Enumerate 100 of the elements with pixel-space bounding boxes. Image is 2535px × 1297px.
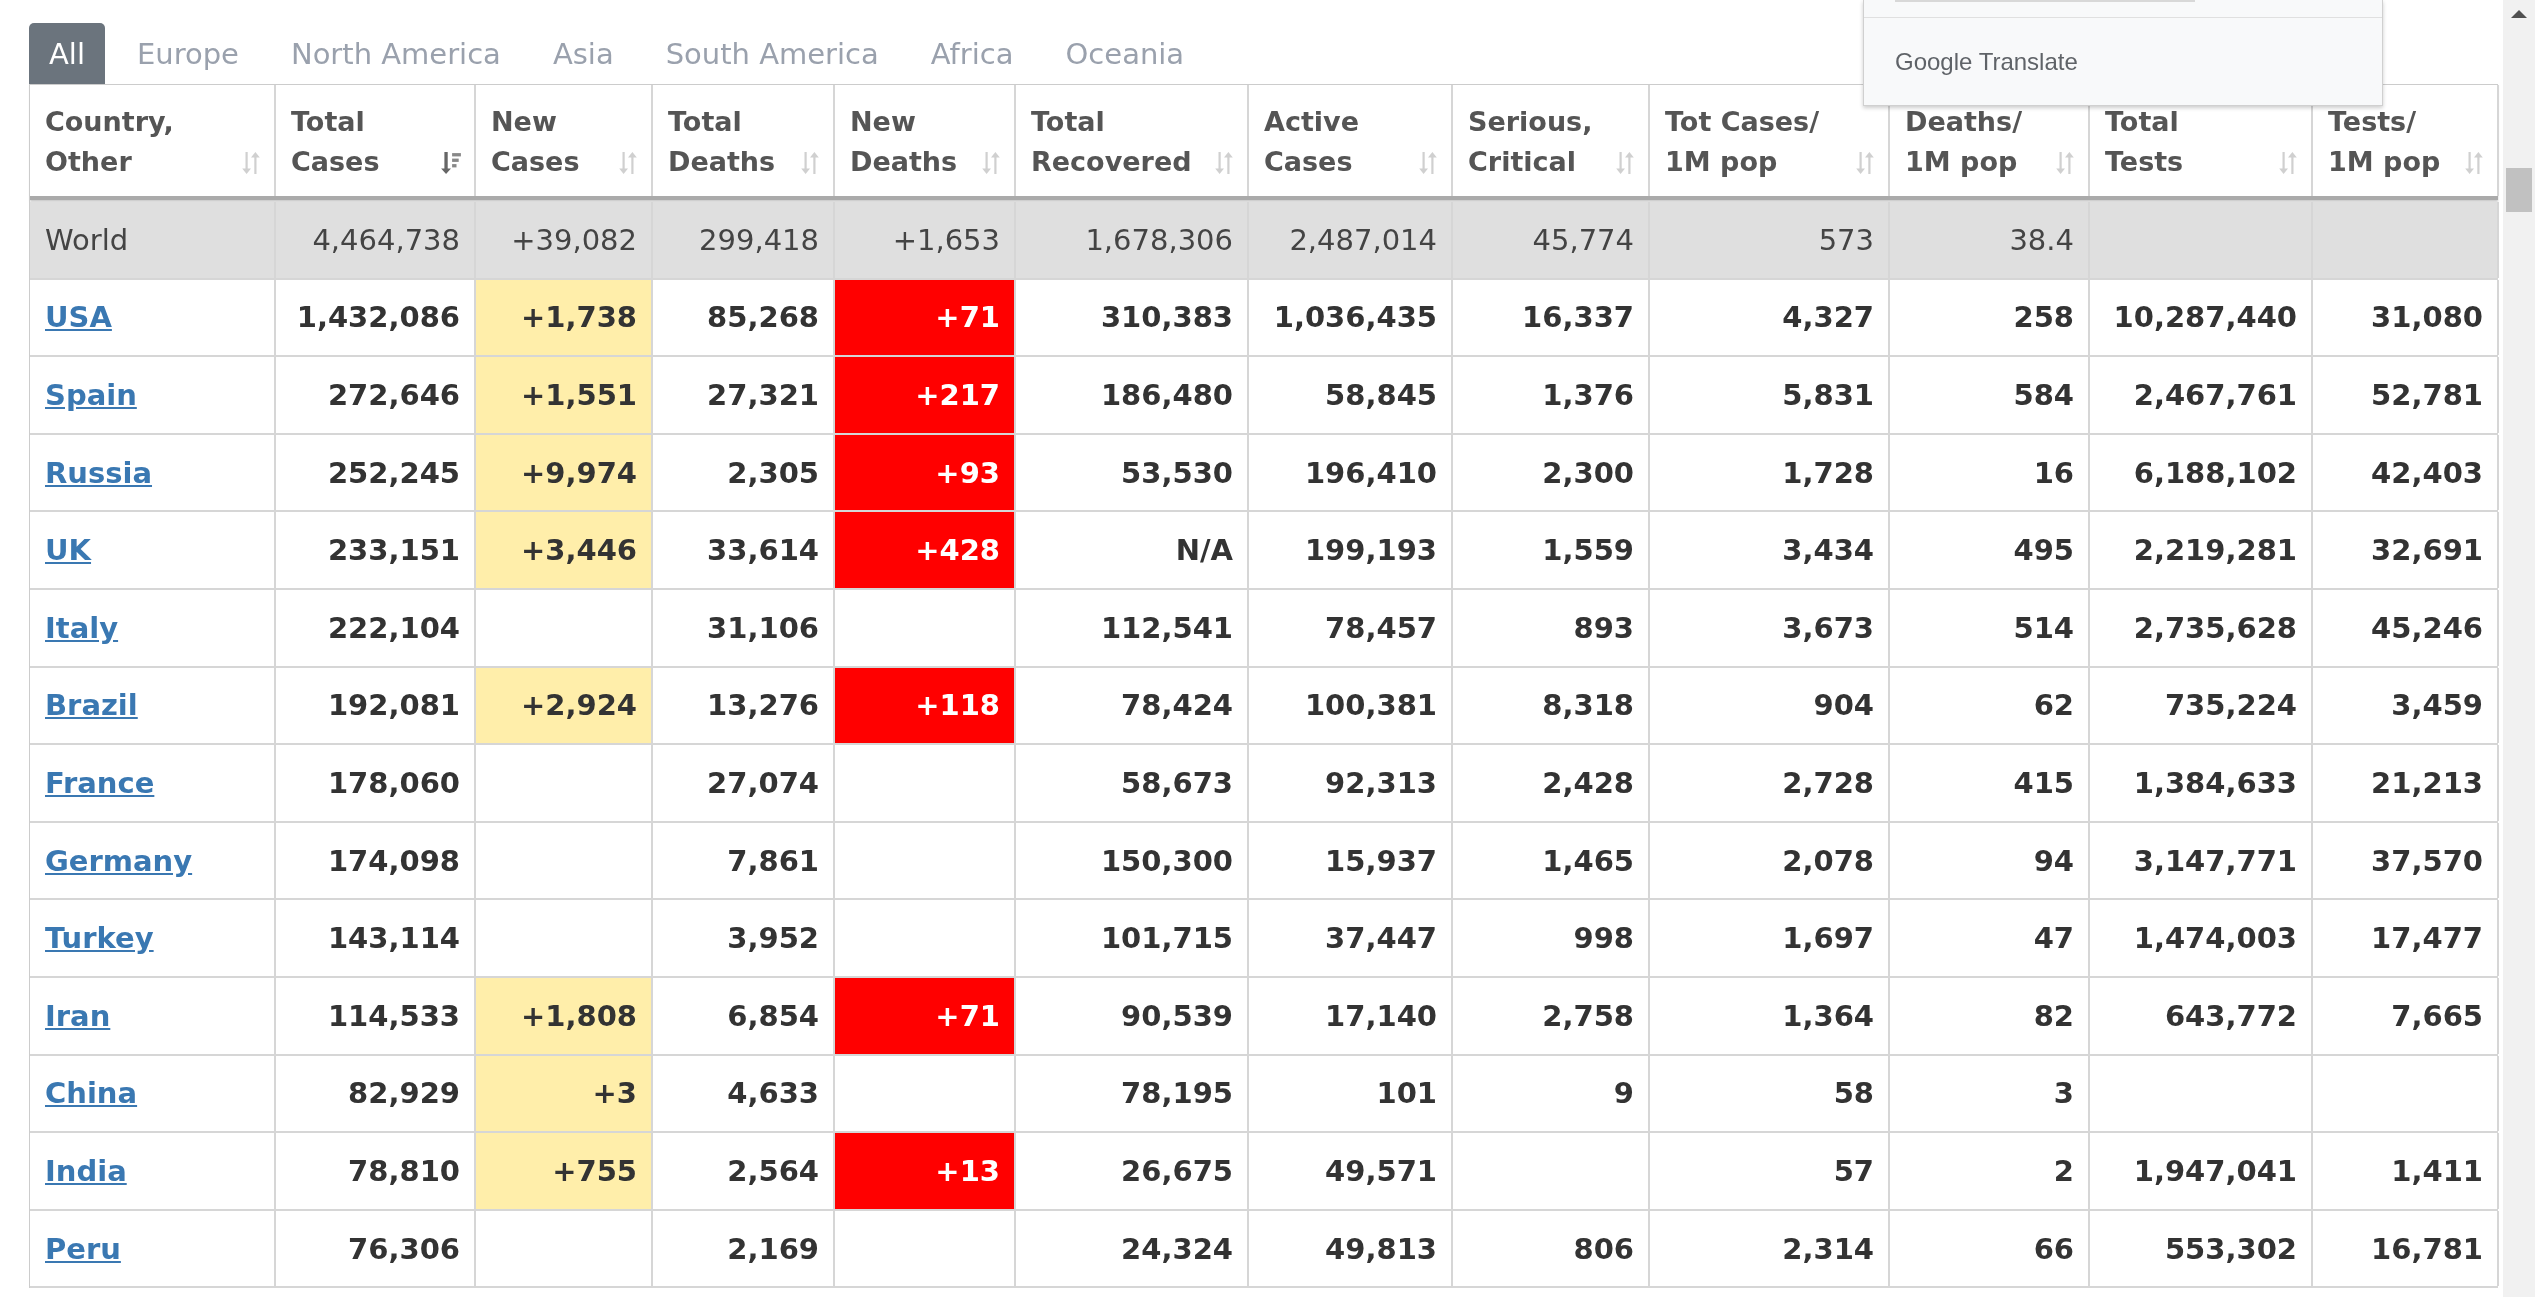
table-cell: 310,383	[1016, 279, 1249, 356]
table-cell: 58	[1650, 1055, 1890, 1132]
sort-icon[interactable]	[617, 150, 639, 176]
country-link[interactable]: Germany	[45, 843, 193, 878]
region-tab[interactable]: South America	[645, 23, 899, 84]
column-label: Total Deaths	[668, 105, 776, 179]
table-cell: 222,104	[276, 589, 476, 666]
table-cell: 9	[1453, 1055, 1650, 1132]
country-link[interactable]: China	[45, 1076, 138, 1111]
column-label: Total Tests	[2105, 105, 2184, 179]
table-cell: 174,098	[276, 822, 476, 899]
sort-icon[interactable]	[1854, 150, 1876, 176]
sort-icon[interactable]	[1614, 150, 1636, 176]
column-header[interactable]: Serious, Critical	[1453, 85, 1650, 196]
table-cell: 78,195	[1016, 1055, 1249, 1132]
table-cell: 52,781	[2313, 357, 2499, 433]
table-cell: 1,376	[1453, 357, 1650, 433]
table-cell: 584	[1890, 357, 2090, 433]
table-cell: 31,080	[2313, 279, 2499, 356]
table-cell: 92,313	[1249, 745, 1453, 821]
table-cell: 100,381	[1249, 667, 1453, 744]
region-tab[interactable]: Asia	[532, 23, 634, 84]
sort-icon[interactable]	[2054, 150, 2076, 176]
table-cell: 893	[1453, 589, 1650, 666]
table-cell: 16	[1890, 434, 2090, 511]
country-link[interactable]: France	[45, 765, 155, 800]
table-cell: 178,060	[276, 745, 476, 821]
table-cell: 2,487,014	[1249, 202, 1453, 278]
sort-descending-icon[interactable]	[440, 150, 462, 176]
new-deaths-cell: +428	[835, 512, 1016, 588]
table-cell: 66	[1890, 1210, 2090, 1287]
table-cell: 90,539	[1016, 977, 1249, 1054]
table-cell: 3,459	[2313, 667, 2499, 744]
column-label: Total Recovered	[1031, 105, 1192, 179]
new-deaths-cell: +13	[835, 1133, 1016, 1209]
column-header[interactable]: Country, Other	[30, 85, 276, 196]
country-link[interactable]: Italy	[45, 610, 119, 645]
table-cell: 58,845	[1249, 357, 1453, 433]
table-cell: 1,474,003	[2090, 900, 2313, 976]
table-cell: 514	[1890, 589, 2090, 666]
region-tab[interactable]: Europe	[116, 23, 259, 84]
sort-icon[interactable]	[2463, 150, 2485, 176]
sort-icon[interactable]	[240, 150, 262, 176]
sort-icon[interactable]	[2277, 150, 2299, 176]
region-tab[interactable]: North America	[270, 23, 521, 84]
table-cell: 4,633	[653, 1055, 835, 1132]
table-cell: 4,327	[1650, 279, 1890, 356]
table-cell: 258	[1890, 279, 2090, 356]
country-link[interactable]: UK	[45, 533, 92, 568]
table-cell: 38.4	[1890, 202, 2090, 278]
country-link[interactable]: Spain	[45, 378, 137, 412]
table-cell: 1,364	[1650, 977, 1890, 1054]
table-cell: 17,140	[1249, 977, 1453, 1054]
sort-icon[interactable]	[1213, 150, 1235, 176]
new-cases-cell: +1,808	[476, 977, 653, 1054]
table-cell: 2,219,281	[2090, 512, 2313, 588]
region-tab[interactable]: Africa	[910, 23, 1034, 84]
table-cell: 495	[1890, 512, 2090, 588]
table-cell: 3	[1890, 1055, 2090, 1132]
table-cell: 1,384,633	[2090, 745, 2313, 821]
sort-icon[interactable]	[980, 150, 1002, 176]
column-header[interactable]: Total Recovered	[1016, 85, 1249, 196]
table-cell: 1,947,041	[2090, 1133, 2313, 1209]
new-cases-cell: +9,974	[476, 434, 653, 511]
region-tab[interactable]: All	[29, 23, 105, 84]
country-link[interactable]: India	[45, 1153, 127, 1188]
new-deaths-cell: +93	[835, 434, 1016, 511]
table-cell: 553,302	[2090, 1210, 2313, 1287]
country-link[interactable]: USA	[45, 300, 112, 335]
table-cell: 31,106	[653, 589, 835, 666]
country-link[interactable]: Russia	[45, 455, 152, 490]
table-cell: 37,570	[2313, 822, 2499, 899]
column-header[interactable]: Total Deaths	[653, 85, 835, 196]
column-header[interactable]: Active Cases	[1249, 85, 1453, 196]
table-cell: 49,571	[1249, 1133, 1453, 1209]
table-cell: 4,464,738	[276, 202, 476, 278]
column-header[interactable]: New Deaths	[835, 85, 1016, 196]
country-link[interactable]: Peru	[45, 1231, 121, 1266]
region-tab[interactable]: Oceania	[1045, 23, 1205, 84]
new-cases-cell: +3	[476, 1055, 653, 1132]
table-cell: 21,213	[2313, 745, 2499, 821]
translate-brand: Google Translate	[1895, 48, 2078, 76]
column-header[interactable]: Total Cases	[276, 85, 476, 196]
table-cell: 1,036,435	[1249, 279, 1453, 356]
country-link[interactable]: Brazil	[45, 688, 138, 723]
scrollbar[interactable]	[2503, 0, 2535, 1297]
table-cell: 82	[1890, 977, 2090, 1054]
column-header[interactable]: New Cases	[476, 85, 653, 196]
country-link[interactable]: Iran	[45, 998, 111, 1033]
table-cell: 299,418	[653, 202, 835, 278]
new-cases-cell: +755	[476, 1133, 653, 1209]
sort-icon[interactable]	[799, 150, 821, 176]
table-cell: 3,147,771	[2090, 822, 2313, 899]
table-cell: 998	[1453, 900, 1650, 976]
table-cell: 415	[1890, 745, 2090, 821]
sort-icon[interactable]	[1417, 150, 1439, 176]
table-cell: 2,300	[1453, 434, 1650, 511]
country-link[interactable]: Turkey	[45, 921, 154, 956]
table-cell: 150,300	[1016, 822, 1249, 899]
scroll-thumb[interactable]	[2506, 168, 2532, 212]
